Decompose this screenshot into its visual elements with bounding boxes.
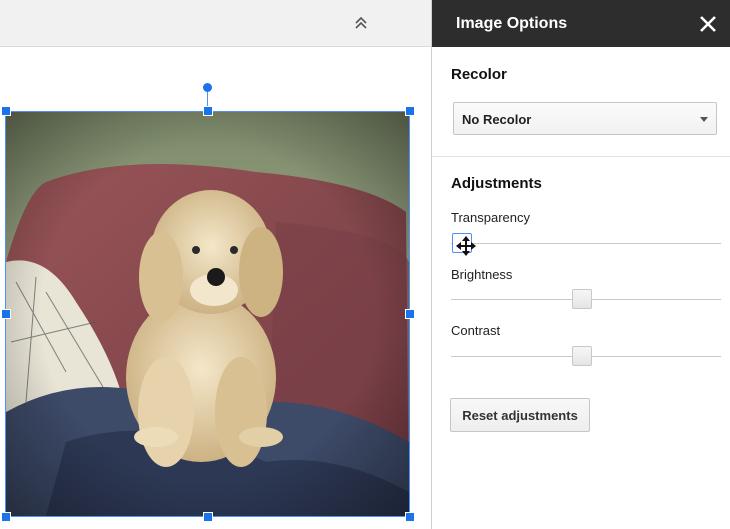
double-chevron-up-icon: [355, 16, 367, 29]
document-editor: [0, 0, 431, 529]
slider-thumb[interactable]: [452, 233, 472, 253]
rotate-handle[interactable]: [203, 83, 212, 92]
collapse-toolbar-button[interactable]: [350, 12, 372, 34]
resize-handle-left[interactable]: [1, 309, 11, 319]
slider-track: [451, 243, 721, 244]
resize-handle-bottom[interactable]: [203, 512, 213, 522]
close-icon: [700, 16, 716, 32]
reset-adjustments-button[interactable]: Reset adjustments: [450, 398, 590, 432]
image-options-panel: Image Options Recolor No Recolor Adjustm…: [431, 0, 730, 529]
slider-thumb[interactable]: [572, 346, 592, 366]
panel-title: Image Options: [456, 15, 568, 32]
resize-handle-bottom-right[interactable]: [405, 512, 415, 522]
selected-image[interactable]: [5, 111, 410, 517]
adjustments-heading: Adjustments: [451, 175, 542, 192]
recolor-dropdown[interactable]: No Recolor: [453, 102, 717, 135]
recolor-selected-value: No Recolor: [462, 112, 532, 127]
toolbar-strip: [0, 0, 431, 47]
resize-handle-bottom-left[interactable]: [1, 512, 11, 522]
transparency-label: Transparency: [451, 210, 530, 225]
resize-handle-top-left[interactable]: [1, 106, 11, 116]
panel-header: Image Options: [432, 0, 730, 47]
brightness-slider[interactable]: [451, 288, 721, 310]
resize-handle-right[interactable]: [405, 309, 415, 319]
dropdown-arrow-icon: [700, 117, 708, 122]
section-divider: [432, 156, 730, 157]
close-button[interactable]: [698, 14, 718, 34]
slider-thumb[interactable]: [572, 289, 592, 309]
transparency-slider[interactable]: [451, 232, 721, 254]
resize-handle-top-right[interactable]: [405, 106, 415, 116]
dog-photo: [6, 112, 409, 516]
brightness-label: Brightness: [451, 267, 513, 282]
recolor-heading: Recolor: [451, 66, 507, 83]
rotate-stem: [207, 91, 208, 107]
resize-handle-top[interactable]: [203, 106, 213, 116]
contrast-slider[interactable]: [451, 345, 721, 367]
contrast-label: Contrast: [451, 323, 501, 338]
